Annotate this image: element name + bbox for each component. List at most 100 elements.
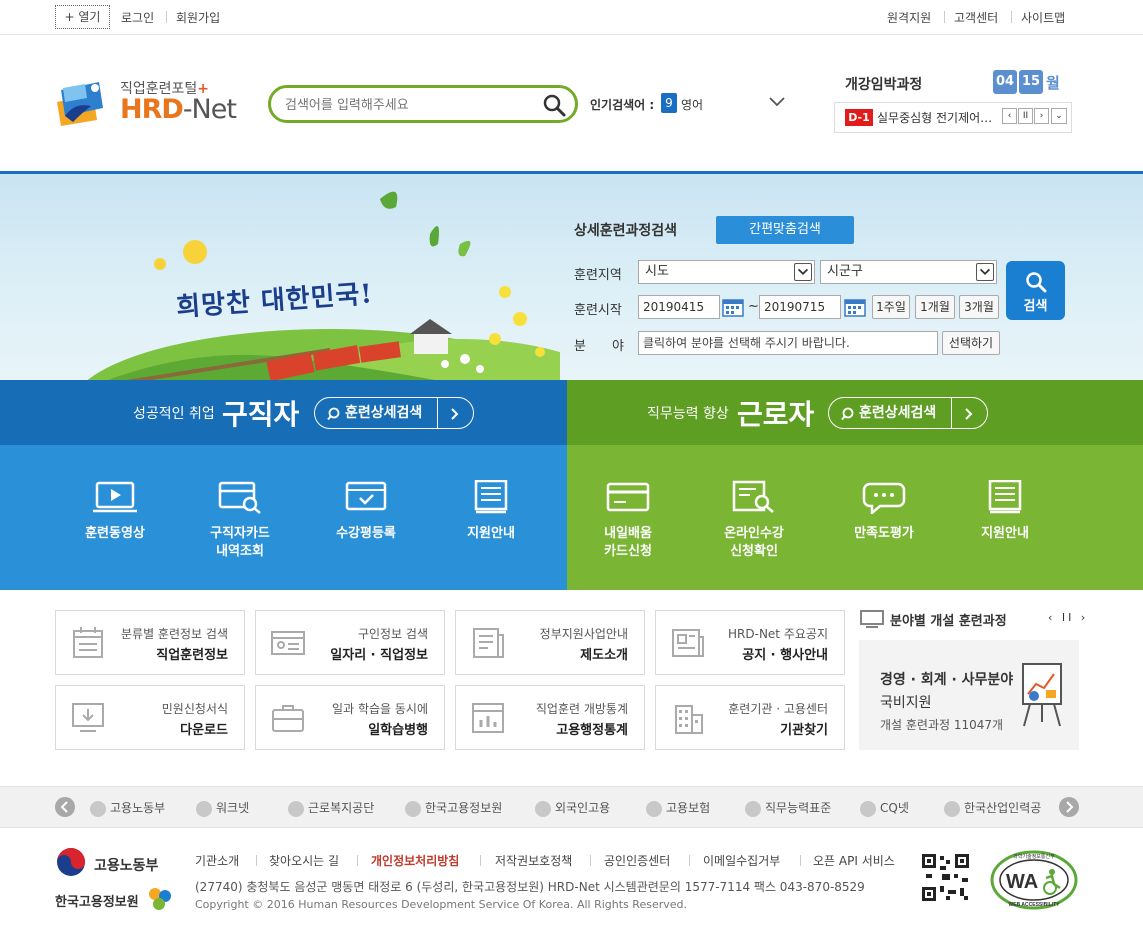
footer-copyright: Copyright © 2016 Human Resources Develop… xyxy=(195,898,687,911)
popular-keyword[interactable]: 영어 xyxy=(681,96,703,113)
date-from-input[interactable]: 20190415 xyxy=(638,295,720,319)
popular-rank-badge: 9 xyxy=(661,93,677,113)
quick-link-forms-download[interactable]: 민원신청서식 다운로드 xyxy=(55,685,245,750)
footer-link-open-api[interactable]: 오픈 API 서비스 xyxy=(813,852,895,869)
menu-item-satisfaction[interactable]: 만족도평가 xyxy=(824,445,944,590)
chevron-down-icon xyxy=(794,263,812,281)
quick-link-caption: 훈련기관 · 고용센터 xyxy=(728,702,828,716)
quick-link-training-info[interactable]: 분류별 훈련정보 검색 직업훈련정보 xyxy=(55,610,245,675)
period-1month-button[interactable]: 1개월 xyxy=(915,295,955,319)
partner-link[interactable]: 직무능력표준 xyxy=(745,799,831,817)
course-name-link[interactable]: 실무중심형 전기제어… xyxy=(877,109,1003,126)
footer-link-privacy[interactable]: 개인정보처리방침 xyxy=(371,852,459,869)
chevron-right-icon[interactable] xyxy=(1059,797,1079,817)
period-3month-button[interactable]: 3개월 xyxy=(959,295,999,319)
login-link[interactable]: 로그인 xyxy=(121,9,154,26)
prev-icon[interactable]: ‹ xyxy=(1002,108,1017,124)
partner-logo-icon xyxy=(535,800,551,817)
document-search-icon xyxy=(732,480,774,513)
field-courses-controls[interactable]: ‹ II › xyxy=(1048,611,1088,624)
signup-link[interactable]: 회원가입 xyxy=(176,9,220,26)
jobseeker-detail-search-button[interactable]: 훈련상세검색 xyxy=(314,397,474,429)
menu-item-training-video[interactable]: 훈련동영상 xyxy=(55,445,175,590)
chevron-down-icon[interactable]: ⌄ xyxy=(1051,108,1067,124)
field-course-count: 개설 훈련과정 11047개 xyxy=(880,718,1004,732)
footer-link-certificate[interactable]: 공인인증센터 xyxy=(604,852,670,869)
sitemap-link[interactable]: 사이트맵 xyxy=(1021,9,1065,26)
search-input[interactable] xyxy=(285,94,535,116)
menu-item-review-register[interactable]: 수강평등록 xyxy=(306,445,426,590)
jobseeker-header: 성공적인 취업 구직자 훈련상세검색 xyxy=(0,380,567,445)
quick-link-title: 고용행정통계 xyxy=(556,723,628,738)
period-1week-button[interactable]: 1주일 xyxy=(872,295,910,319)
wa-mark-text: WA xyxy=(1006,871,1038,893)
calendar-icon[interactable] xyxy=(844,297,866,317)
quick-link-caption: 분류별 훈련정보 검색 xyxy=(121,627,228,641)
calendar-icon[interactable] xyxy=(722,297,744,317)
partner-link[interactable]: 고용노동부 xyxy=(90,799,165,817)
popular-label: 인기검색어 : xyxy=(590,98,655,112)
quick-link-work-learning[interactable]: 일과 학습을 동시에 일학습병행 xyxy=(255,685,445,750)
region-sido-select[interactable]: 시도 xyxy=(638,260,815,284)
quick-link-find-institution[interactable]: 훈련기관 · 고용센터 기관찾기 xyxy=(655,685,845,750)
next-icon[interactable]: › xyxy=(1034,108,1049,124)
date-separator: ~ xyxy=(748,299,759,314)
quick-link-system-intro[interactable]: 정부지원사업안내 제도소개 xyxy=(455,610,645,675)
partner-link[interactable]: 한국고용정보원 xyxy=(405,799,502,817)
card-search-icon xyxy=(218,481,261,514)
menu-item-support-guide-worker[interactable]: 지원안내 xyxy=(945,445,1065,590)
menu-item-support-guide[interactable]: 지원안내 xyxy=(431,445,551,590)
worker-detail-search-button[interactable]: 훈련상세검색 xyxy=(828,397,988,429)
quick-link-title: 일학습병행 xyxy=(368,723,428,738)
partner-link[interactable]: 외국인고용 xyxy=(535,799,610,817)
partner-logo-icon xyxy=(288,800,304,817)
partner-logo-icon xyxy=(405,800,421,817)
ministry-name: 고용노동부 xyxy=(94,858,159,874)
quick-link-statistics[interactable]: 직업훈련 개방통계 고용행정통계 xyxy=(455,685,645,750)
chevron-down-icon[interactable] xyxy=(768,96,786,108)
divider xyxy=(437,397,438,429)
partner-link[interactable]: 워크넷 xyxy=(196,799,249,817)
chevron-right-icon xyxy=(451,408,459,420)
hrd-logo-icon[interactable] xyxy=(55,80,107,126)
date-to-input[interactable]: 20190715 xyxy=(759,295,841,319)
footer-link-about[interactable]: 기관소개 xyxy=(195,852,239,869)
menu-item-tomorrow-card[interactable]: 내일배움 카드신청 xyxy=(568,445,688,590)
footer-link-directions[interactable]: 찾아오시는 길 xyxy=(269,852,339,869)
partner-link[interactable]: 근로복지공단 xyxy=(288,799,374,817)
quick-link-notice[interactable]: HRD-Net 주요공지 공지 · 행사안내 xyxy=(655,610,845,675)
region-sigungu-select[interactable]: 시군구 xyxy=(820,260,997,284)
partner-link[interactable]: CQ넷 xyxy=(860,799,909,817)
quick-link-job-info[interactable]: 구인정보 검색 일자리 · 직업정보 xyxy=(255,610,445,675)
footer-link-email-refusal[interactable]: 이메일수집거부 xyxy=(703,852,780,869)
remote-support-link[interactable]: 원격지원 xyxy=(887,9,931,26)
worker-header: 직무능력 향상 근로자 훈련상세검색 xyxy=(567,380,1143,445)
open-button[interactable]: + 열기 xyxy=(55,5,110,29)
qr-code-icon[interactable] xyxy=(920,852,971,903)
partner-link[interactable]: 한국산업인력공 xyxy=(944,799,1041,817)
partner-logo-icon xyxy=(860,800,876,817)
chevron-left-icon[interactable] xyxy=(55,797,75,817)
pause-icon[interactable]: II xyxy=(1018,108,1033,124)
month-suffix: 월 xyxy=(1046,74,1060,92)
hero-search-button[interactable]: 검색 xyxy=(1006,261,1065,320)
footer-link-copyright[interactable]: 저작권보호정책 xyxy=(495,852,572,869)
region-label: 훈련지역 xyxy=(574,268,622,283)
partner-link[interactable]: 고용보험 xyxy=(646,799,710,817)
quick-search-button[interactable]: 간편맞춤검색 xyxy=(716,216,854,244)
video-icon xyxy=(93,481,137,513)
search-icon xyxy=(1026,272,1047,293)
quick-link-caption: 직업훈련 개방통계 xyxy=(535,702,628,716)
customer-center-link[interactable]: 고객센터 xyxy=(954,9,998,26)
menu-item-card-history[interactable]: 구직자카드 내역조회 xyxy=(180,445,300,590)
hero-illustration xyxy=(87,191,560,380)
jobseeker-title: 구직자 xyxy=(222,398,300,431)
id-card-icon xyxy=(271,631,305,655)
choose-field-button[interactable]: 선택하기 xyxy=(942,331,1000,355)
field-input[interactable]: 클릭하여 분야를 선택해 주시기 바랍니다. xyxy=(638,331,938,355)
chat-bubble-icon xyxy=(862,482,906,514)
logo-title[interactable]: HRD-Net xyxy=(120,94,237,125)
search-icon[interactable] xyxy=(541,92,567,118)
partner-logo-icon xyxy=(90,800,106,817)
menu-item-online-enroll[interactable]: 온라인수강 신청확인 xyxy=(694,445,814,590)
